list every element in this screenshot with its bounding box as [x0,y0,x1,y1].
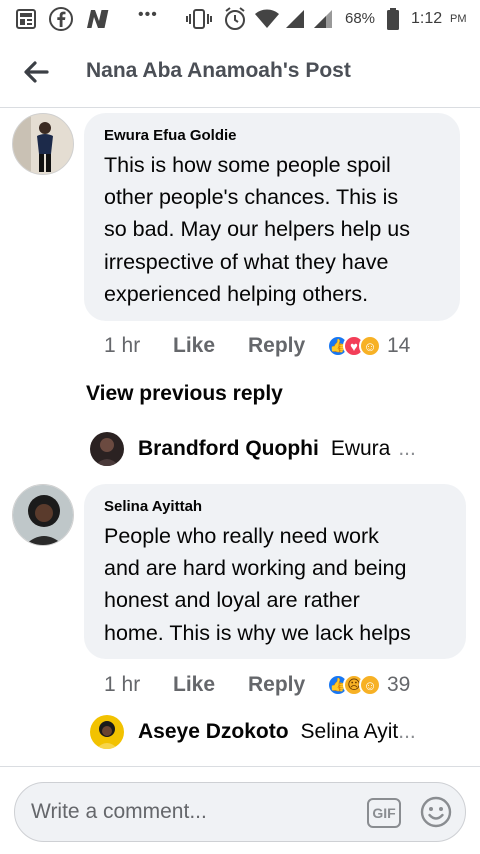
comment-bubble[interactable]: Ewura Efua Goldie This is how some peopl… [84,113,460,321]
reply-preview[interactable]: Brandford Quophi Ewura ... [90,431,416,467]
reply-preview-text: Selina Ayit [300,720,399,743]
news-app-icon [16,9,36,29]
reactions-summary[interactable]: 👍 ☹ ☺ 39 [327,673,410,697]
comment-input[interactable] [31,796,361,828]
reactions-summary[interactable]: 👍 ♥ ☺ 14 [327,334,410,358]
reaction-count: 14 [387,334,411,357]
comment-text: This is how some people spoil other peop… [104,149,410,310]
avatar-selina-ayittah[interactable] [12,484,74,546]
avatar-aseye-dzokoto [90,715,124,749]
comment-line: This is how some people spoil [104,153,391,177]
person-photo-icon [90,715,124,749]
comment-text: People who really need work and are hard… [104,520,411,649]
reply-author: Brandford Quophi [138,437,319,460]
page-title: Nana Aba Anamoah's Post [86,59,351,82]
avatar-ewura-efua-goldie[interactable] [12,113,74,175]
care-reaction-icon: ☺ [359,674,381,696]
comment-bubble[interactable]: Selina Ayittah People who really need wo… [84,484,466,659]
like-button[interactable]: Like [173,673,215,697]
signal-icon-1 [286,10,304,28]
comment-author[interactable]: Ewura Efua Goldie [104,127,237,144]
reply-author: Aseye Dzokoto [138,720,289,743]
reply-ellipsis: ... [398,437,416,460]
reply-ellipsis: ... [398,720,416,743]
comment-line: experienced helping others. [104,281,369,306]
reply-button[interactable]: Reply [248,673,305,697]
more-notifications-icon: ••• [138,6,158,23]
comment-author[interactable]: Selina Ayittah [104,498,202,515]
reply-preview[interactable]: Aseye Dzokoto Selina Ayit ... [90,714,416,750]
reaction-count: 39 [387,673,411,696]
care-reaction-icon: ☺ [359,335,381,357]
comment-line: irrespective of what they have [104,249,389,274]
comment-line: other people's chances. This is [104,185,399,210]
status-bar: ••• 68% 1:12 PM [0,0,480,38]
alarm-icon [225,7,245,30]
gif-button[interactable]: GIF [367,798,401,828]
clock-ampm: PM [450,13,467,25]
reply-button[interactable]: Reply [248,334,305,358]
vibrate-icon [186,9,212,29]
comment-line: so bad. May our helpers help us [104,217,410,242]
reply-preview-text: Ewura [330,437,391,460]
back-arrow-icon[interactable] [20,56,52,88]
clock-time: 1:12 [411,10,443,27]
signal-icon-2 [314,10,332,28]
battery-icon [387,8,399,30]
comment-time[interactable]: 1 hr [104,673,140,697]
comment-line: home. This is why we lack helps [104,620,411,645]
person-photo-icon [13,485,73,545]
comment-time[interactable]: 1 hr [104,334,140,358]
comment-line: honest and loyal are rather [104,588,360,613]
avatar-brandford-quophi [90,432,124,466]
comment-line: and are hard working and being [104,556,407,581]
view-previous-reply-link[interactable]: View previous reply [86,382,283,406]
comment-composer[interactable]: GIF [14,782,466,842]
news-n-icon [87,10,109,28]
composer-divider [0,766,480,767]
emoji-icon[interactable] [419,795,453,829]
person-photo-icon [90,432,124,466]
battery-percent: 68% [345,10,376,27]
person-photo-icon [13,114,73,174]
like-button[interactable]: Like [173,334,215,358]
wifi-icon [255,9,279,28]
facebook-icon [49,7,73,31]
comment-line: People who really need work [104,524,379,548]
post-header: Nana Aba Anamoah's Post [0,38,480,108]
